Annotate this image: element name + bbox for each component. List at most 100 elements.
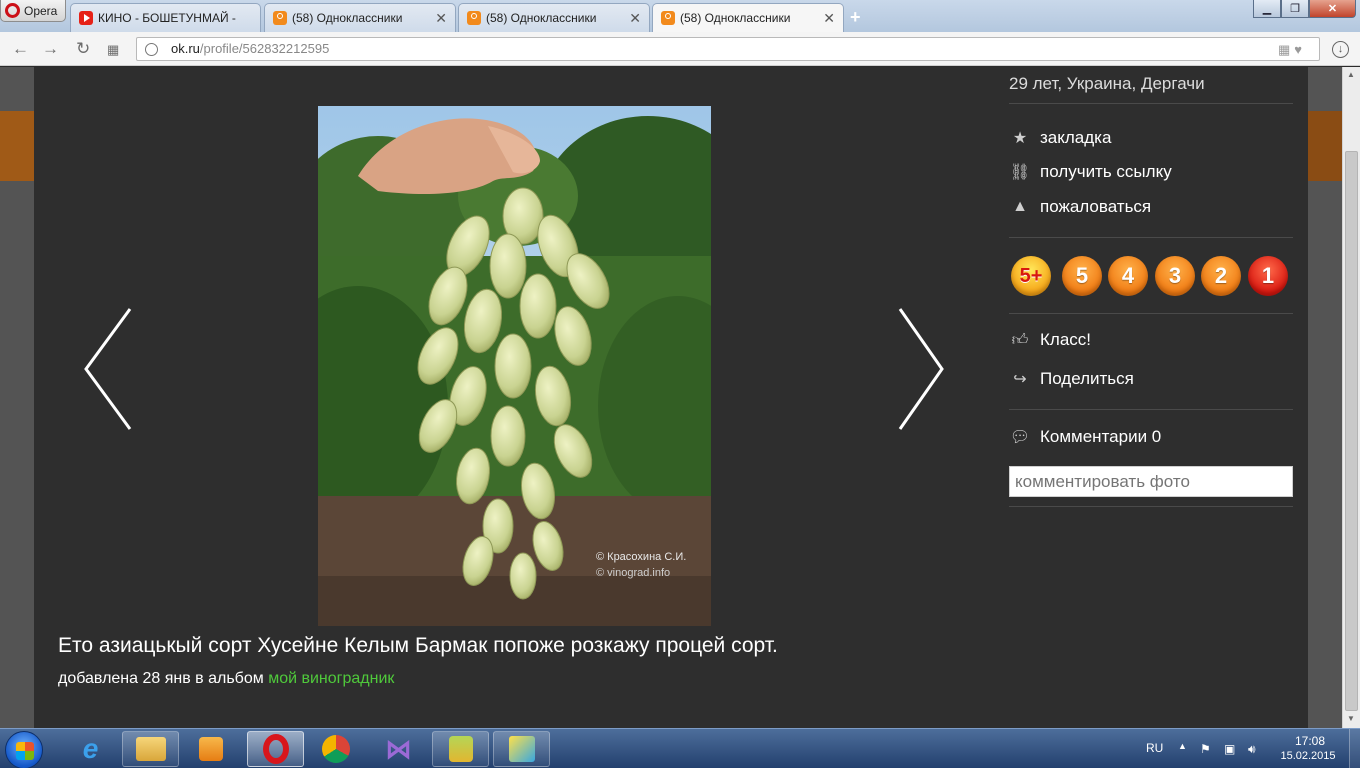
comment-bubble-icon: 💬︎ xyxy=(1009,429,1031,446)
taskbar-opera[interactable] xyxy=(247,731,304,767)
scroll-up-icon[interactable]: ▲ xyxy=(1347,70,1355,79)
taskbar-chrome[interactable] xyxy=(307,731,364,767)
tab-label: (58) Одноклассники xyxy=(680,11,791,25)
page-background-strip xyxy=(1308,111,1342,181)
rating-3-button[interactable]: 3 xyxy=(1155,256,1195,296)
chrome-icon xyxy=(321,735,350,763)
close-window-button[interactable]: ✕ xyxy=(1309,0,1356,18)
clock-date[interactable]: 15.02.2015 xyxy=(1276,750,1340,762)
photo-watermark-site: © vinograd.info xyxy=(596,567,671,579)
divider xyxy=(1009,237,1293,238)
start-button[interactable] xyxy=(5,731,43,768)
page-background-strip xyxy=(0,111,34,181)
photo-caption: Ето азиацькый сорт Хусейне Келым Бармак … xyxy=(58,634,778,657)
clock-time[interactable]: 17:08 xyxy=(1288,734,1332,748)
taskbar-app-1[interactable] xyxy=(432,731,489,767)
author-info: 29 лет, Украина, Дергачи xyxy=(1009,74,1205,93)
tab-label: (58) Одноклассники xyxy=(486,11,597,25)
browser-tab-bar: Opera КИНО - БОШЕТУНМАЙ - (58) Однокласс… xyxy=(0,0,1360,32)
tab-close-icon[interactable]: ✕ xyxy=(629,10,641,27)
get-link-label: получить ссылку xyxy=(1040,162,1172,181)
app-icon xyxy=(508,736,535,762)
folder-icon xyxy=(135,737,166,761)
taskbar-visual-studio[interactable]: ⋈ xyxy=(370,731,427,767)
internet-explorer-icon: e xyxy=(82,733,99,764)
bookmark-label: закладка xyxy=(1040,128,1112,147)
taskbar-app-2[interactable] xyxy=(493,731,550,767)
scroll-thumb[interactable] xyxy=(1345,151,1358,711)
minimize-button[interactable]: ▁ xyxy=(1253,0,1281,18)
tray-expand-icon[interactable]: ▲ xyxy=(1178,741,1187,751)
like-action[interactable]: 👍︎ Класс! xyxy=(1009,330,1091,350)
language-indicator[interactable]: RU xyxy=(1146,741,1163,755)
odnoklassniki-icon xyxy=(273,11,287,25)
divider xyxy=(1009,313,1293,314)
app-icon xyxy=(448,736,473,762)
next-photo-arrow-icon[interactable] xyxy=(884,307,944,431)
odnoklassniki-icon xyxy=(467,11,481,25)
windows-taskbar: e ⋈ RU ▲ ⚑ ▣ 🔊︎ 17:08 15.02.2015 xyxy=(0,728,1360,768)
warning-icon: ▲ xyxy=(1012,198,1028,215)
back-arrow-icon[interactable]: ← xyxy=(12,39,29,59)
photo-side-panel: 29 лет, Украина, Дергачи ★ закладка ⛓ по… xyxy=(1009,67,1293,728)
maximize-button[interactable]: ❐ xyxy=(1281,0,1309,18)
url-input[interactable]: ok.ru/profile/562832212595 xyxy=(136,37,1320,61)
get-link-action[interactable]: ⛓ получить ссылку xyxy=(1009,162,1172,182)
grape-photo[interactable] xyxy=(318,106,711,626)
star-icon: ★ xyxy=(1012,130,1028,147)
forward-arrow-icon[interactable]: → xyxy=(42,39,59,59)
comments-header[interactable]: 💬︎ Комментарии 0 xyxy=(1009,427,1161,447)
rating-5-plus-button[interactable]: 5+ xyxy=(1011,256,1051,296)
scroll-down-icon[interactable]: ▼ xyxy=(1347,714,1355,723)
site-info-icon[interactable] xyxy=(145,43,158,56)
tab-close-icon[interactable]: ✕ xyxy=(823,10,835,27)
rating-1-button[interactable]: 1 xyxy=(1248,256,1288,296)
comment-input[interactable] xyxy=(1009,466,1293,497)
like-label: Класс! xyxy=(1040,330,1091,349)
new-tab-button[interactable]: + xyxy=(850,7,861,28)
download-icon[interactable]: ↓ xyxy=(1332,41,1349,58)
bookmark-heart-icon[interactable]: ▦♥ xyxy=(1278,42,1306,58)
network-icon[interactable]: ▣ xyxy=(1224,742,1238,756)
photo-watermark-author: © Красохина С.И. xyxy=(596,551,687,563)
opera-menu-button[interactable]: Opera xyxy=(0,0,66,22)
rating-5-button[interactable]: 5 xyxy=(1062,256,1102,296)
share-action[interactable]: ↪ Поделиться xyxy=(1009,369,1134,389)
opera-menu-label: Opera xyxy=(24,3,58,18)
windows-logo-icon xyxy=(16,742,34,760)
tab-odnoklassniki-2[interactable]: (58) Одноклассники ✕ xyxy=(458,3,650,32)
album-link[interactable]: мой виноградник xyxy=(268,670,394,687)
page-content: © Красохина С.И. © vinograd.info Ето ази… xyxy=(0,67,1342,728)
tab-youtube[interactable]: КИНО - БОШЕТУНМАЙ - xyxy=(70,3,261,32)
report-label: пожаловаться xyxy=(1040,197,1152,216)
action-center-flag-icon[interactable]: ⚑ xyxy=(1200,742,1214,756)
url-path: /profile/562832212595 xyxy=(199,41,330,56)
report-action[interactable]: ▲ пожаловаться xyxy=(1009,197,1151,217)
tab-close-icon[interactable]: ✕ xyxy=(435,10,447,27)
bookmark-action[interactable]: ★ закладка xyxy=(1009,128,1112,148)
odnoklassniki-icon xyxy=(661,11,675,25)
photo-added-info: добавлена 28 янв в альбом мой виноградни… xyxy=(58,670,394,688)
page-scrollbar[interactable]: ▲ ▼ xyxy=(1342,67,1360,728)
volume-icon[interactable]: 🔊︎ xyxy=(1248,742,1262,756)
rating-2-button[interactable]: 2 xyxy=(1201,256,1241,296)
taskbar-media-player[interactable] xyxy=(182,731,239,767)
divider xyxy=(1009,409,1293,410)
address-bar: ← → ↻ ▦ ok.ru/profile/562832212595 ▦♥ ↓ xyxy=(0,32,1360,66)
taskbar-internet-explorer[interactable]: e xyxy=(62,731,119,767)
show-desktop-button[interactable] xyxy=(1349,729,1360,768)
comments-label: Комментарии 0 xyxy=(1040,427,1162,446)
tab-odnoklassniki-1[interactable]: (58) Одноклассники ✕ xyxy=(264,3,456,32)
reload-icon[interactable]: ↻ xyxy=(76,39,90,59)
media-player-icon xyxy=(198,737,223,761)
rating-4-button[interactable]: 4 xyxy=(1108,256,1148,296)
opera-logo-icon xyxy=(5,3,20,18)
taskbar-explorer[interactable] xyxy=(122,731,179,767)
thumbs-up-icon: 👍︎ xyxy=(1011,331,1029,349)
tab-odnoklassniki-active[interactable]: (58) Одноклассники ✕ xyxy=(652,3,844,32)
opera-icon xyxy=(262,734,289,764)
divider xyxy=(1009,103,1293,104)
previous-photo-arrow-icon[interactable] xyxy=(74,307,134,431)
youtube-icon xyxy=(79,11,93,25)
speed-dial-grid-icon[interactable]: ▦ xyxy=(107,42,119,58)
